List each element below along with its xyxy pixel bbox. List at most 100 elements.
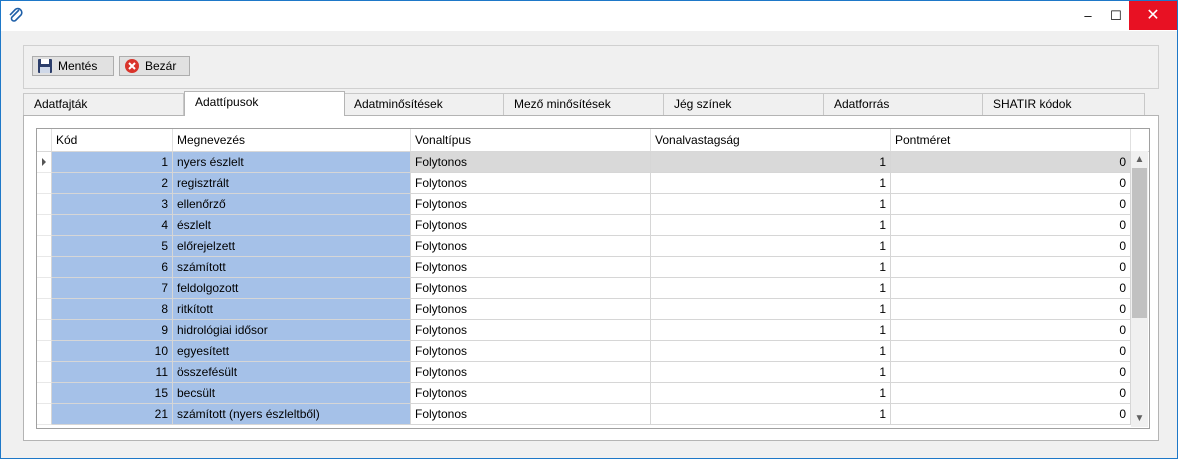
- cell-kod[interactable]: 4: [52, 215, 173, 236]
- cell-pontmeret[interactable]: 0: [891, 404, 1131, 425]
- row-header[interactable]: [37, 173, 52, 194]
- cell-vonaltipus[interactable]: Folytonos: [411, 173, 651, 194]
- cell-vonaltipus[interactable]: Folytonos: [411, 341, 651, 362]
- cell-megnevezes[interactable]: észlelt: [173, 215, 411, 236]
- cell-vonalvastagsag[interactable]: 1: [651, 173, 891, 194]
- row-header[interactable]: [37, 278, 52, 299]
- table-row[interactable]: 6 számított Folytonos 1 0: [37, 257, 1131, 278]
- cell-megnevezes[interactable]: nyers észlelt: [173, 152, 411, 173]
- row-header[interactable]: [37, 341, 52, 362]
- cell-kod[interactable]: 7: [52, 278, 173, 299]
- scroll-down-arrow-icon[interactable]: ▼: [1131, 410, 1148, 427]
- row-header[interactable]: [37, 152, 52, 173]
- scroll-up-arrow-icon[interactable]: ▲: [1131, 151, 1148, 168]
- tab-mezo-minositesek[interactable]: Mező minősítések: [503, 93, 664, 115]
- row-header[interactable]: [37, 215, 52, 236]
- table-row[interactable]: 2 regisztrált Folytonos 1 0: [37, 173, 1131, 194]
- cell-vonaltipus[interactable]: Folytonos: [411, 383, 651, 404]
- table-row[interactable]: 5 előrejelzett Folytonos 1 0: [37, 236, 1131, 257]
- cell-kod[interactable]: 11: [52, 362, 173, 383]
- cell-vonaltipus[interactable]: Folytonos: [411, 194, 651, 215]
- table-row[interactable]: 1 nyers észlelt Folytonos 1 0: [37, 152, 1131, 173]
- column-header-kod[interactable]: Kód: [52, 129, 173, 151]
- table-row[interactable]: 9 hidrológiai idősor Folytonos 1 0: [37, 320, 1131, 341]
- cell-kod[interactable]: 3: [52, 194, 173, 215]
- row-header[interactable]: [37, 194, 52, 215]
- cell-megnevezes[interactable]: számított: [173, 257, 411, 278]
- table-row[interactable]: 21 számított (nyers észleltből) Folytonos 1…: [37, 404, 1131, 425]
- table-row[interactable]: 10 egyesített Folytonos 1 0: [37, 341, 1131, 362]
- cell-megnevezes[interactable]: becsült: [173, 383, 411, 404]
- table-row[interactable]: 11 összefésült Folytonos 1 0: [37, 362, 1131, 383]
- cell-megnevezes[interactable]: egyesített: [173, 341, 411, 362]
- cell-kod[interactable]: 5: [52, 236, 173, 257]
- cell-megnevezes[interactable]: hidrológiai idősor: [173, 320, 411, 341]
- cell-vonaltipus[interactable]: Folytonos: [411, 278, 651, 299]
- row-header[interactable]: [37, 257, 52, 278]
- cell-vonaltipus[interactable]: Folytonos: [411, 404, 651, 425]
- cell-pontmeret[interactable]: 0: [891, 194, 1131, 215]
- cell-megnevezes[interactable]: ellenőrző: [173, 194, 411, 215]
- cell-vonalvastagsag[interactable]: 1: [651, 383, 891, 404]
- cell-pontmeret[interactable]: 0: [891, 299, 1131, 320]
- save-button[interactable]: Mentés: [32, 56, 114, 76]
- cell-kod[interactable]: 2: [52, 173, 173, 194]
- tab-jeg-szinek[interactable]: Jég színek: [663, 93, 824, 115]
- column-header-pontmeret[interactable]: Pontméret: [891, 129, 1131, 151]
- tab-adatminositesek[interactable]: Adatminősítések: [343, 93, 504, 115]
- cell-kod[interactable]: 6: [52, 257, 173, 278]
- table-row[interactable]: 4 észlelt Folytonos 1 0: [37, 215, 1131, 236]
- cell-kod[interactable]: 1: [52, 152, 173, 173]
- cell-vonaltipus[interactable]: Folytonos: [411, 257, 651, 278]
- column-header-vonalvastagsag[interactable]: Vonalvastagság: [651, 129, 891, 151]
- tab-adatforras[interactable]: Adatforrás: [823, 93, 983, 115]
- cell-vonaltipus[interactable]: Folytonos: [411, 215, 651, 236]
- row-header[interactable]: [37, 362, 52, 383]
- cell-kod[interactable]: 15: [52, 383, 173, 404]
- cell-kod[interactable]: 21: [52, 404, 173, 425]
- cell-vonalvastagsag[interactable]: 1: [651, 257, 891, 278]
- cell-pontmeret[interactable]: 0: [891, 257, 1131, 278]
- cell-vonalvastagsag[interactable]: 1: [651, 320, 891, 341]
- close-button[interactable]: Bezár: [119, 56, 190, 76]
- row-header[interactable]: [37, 236, 52, 257]
- cell-pontmeret[interactable]: 0: [891, 236, 1131, 257]
- cell-vonalvastagsag[interactable]: 1: [651, 215, 891, 236]
- tab-adatfajtak[interactable]: Adatfajták: [23, 93, 184, 115]
- cell-pontmeret[interactable]: 0: [891, 173, 1131, 194]
- cell-pontmeret[interactable]: 0: [891, 341, 1131, 362]
- table-row[interactable]: 7 feldolgozott Folytonos 1 0: [37, 278, 1131, 299]
- cell-megnevezes[interactable]: összefésült: [173, 362, 411, 383]
- cell-vonalvastagsag[interactable]: 1: [651, 299, 891, 320]
- cell-vonalvastagsag[interactable]: 1: [651, 362, 891, 383]
- table-row[interactable]: 8 ritkított Folytonos 1 0: [37, 299, 1131, 320]
- cell-vonalvastagsag[interactable]: 1: [651, 152, 891, 173]
- cell-pontmeret[interactable]: 0: [891, 362, 1131, 383]
- cell-vonaltipus[interactable]: Folytonos: [411, 236, 651, 257]
- column-header-megnevezes[interactable]: Megnevezés: [173, 129, 411, 151]
- cell-megnevezes[interactable]: regisztrált: [173, 173, 411, 194]
- minimize-button[interactable]: –: [1073, 1, 1103, 30]
- column-header-vonaltipus[interactable]: Vonaltípus: [411, 129, 651, 151]
- cell-kod[interactable]: 9: [52, 320, 173, 341]
- cell-pontmeret[interactable]: 0: [891, 320, 1131, 341]
- cell-megnevezes[interactable]: ritkított: [173, 299, 411, 320]
- data-grid[interactable]: Kód Megnevezés Vonaltípus Vonalvastagság…: [36, 128, 1150, 429]
- cell-pontmeret[interactable]: 0: [891, 278, 1131, 299]
- cell-megnevezes[interactable]: előrejelzett: [173, 236, 411, 257]
- cell-vonaltipus[interactable]: Folytonos: [411, 152, 651, 173]
- cell-megnevezes[interactable]: számított (nyers észleltből): [173, 404, 411, 425]
- table-row[interactable]: 3 ellenőrző Folytonos 1 0: [37, 194, 1131, 215]
- row-header[interactable]: [37, 383, 52, 404]
- cell-pontmeret[interactable]: 0: [891, 215, 1131, 236]
- cell-kod[interactable]: 10: [52, 341, 173, 362]
- cell-kod[interactable]: 8: [52, 299, 173, 320]
- scrollbar-thumb[interactable]: [1132, 168, 1147, 318]
- close-window-button[interactable]: ✕: [1129, 1, 1177, 30]
- cell-vonalvastagsag[interactable]: 1: [651, 278, 891, 299]
- cell-vonalvastagsag[interactable]: 1: [651, 341, 891, 362]
- cell-vonalvastagsag[interactable]: 1: [651, 404, 891, 425]
- cell-vonaltipus[interactable]: Folytonos: [411, 320, 651, 341]
- tab-shatir-kodok[interactable]: SHATIR kódok: [982, 93, 1145, 115]
- cell-vonaltipus[interactable]: Folytonos: [411, 362, 651, 383]
